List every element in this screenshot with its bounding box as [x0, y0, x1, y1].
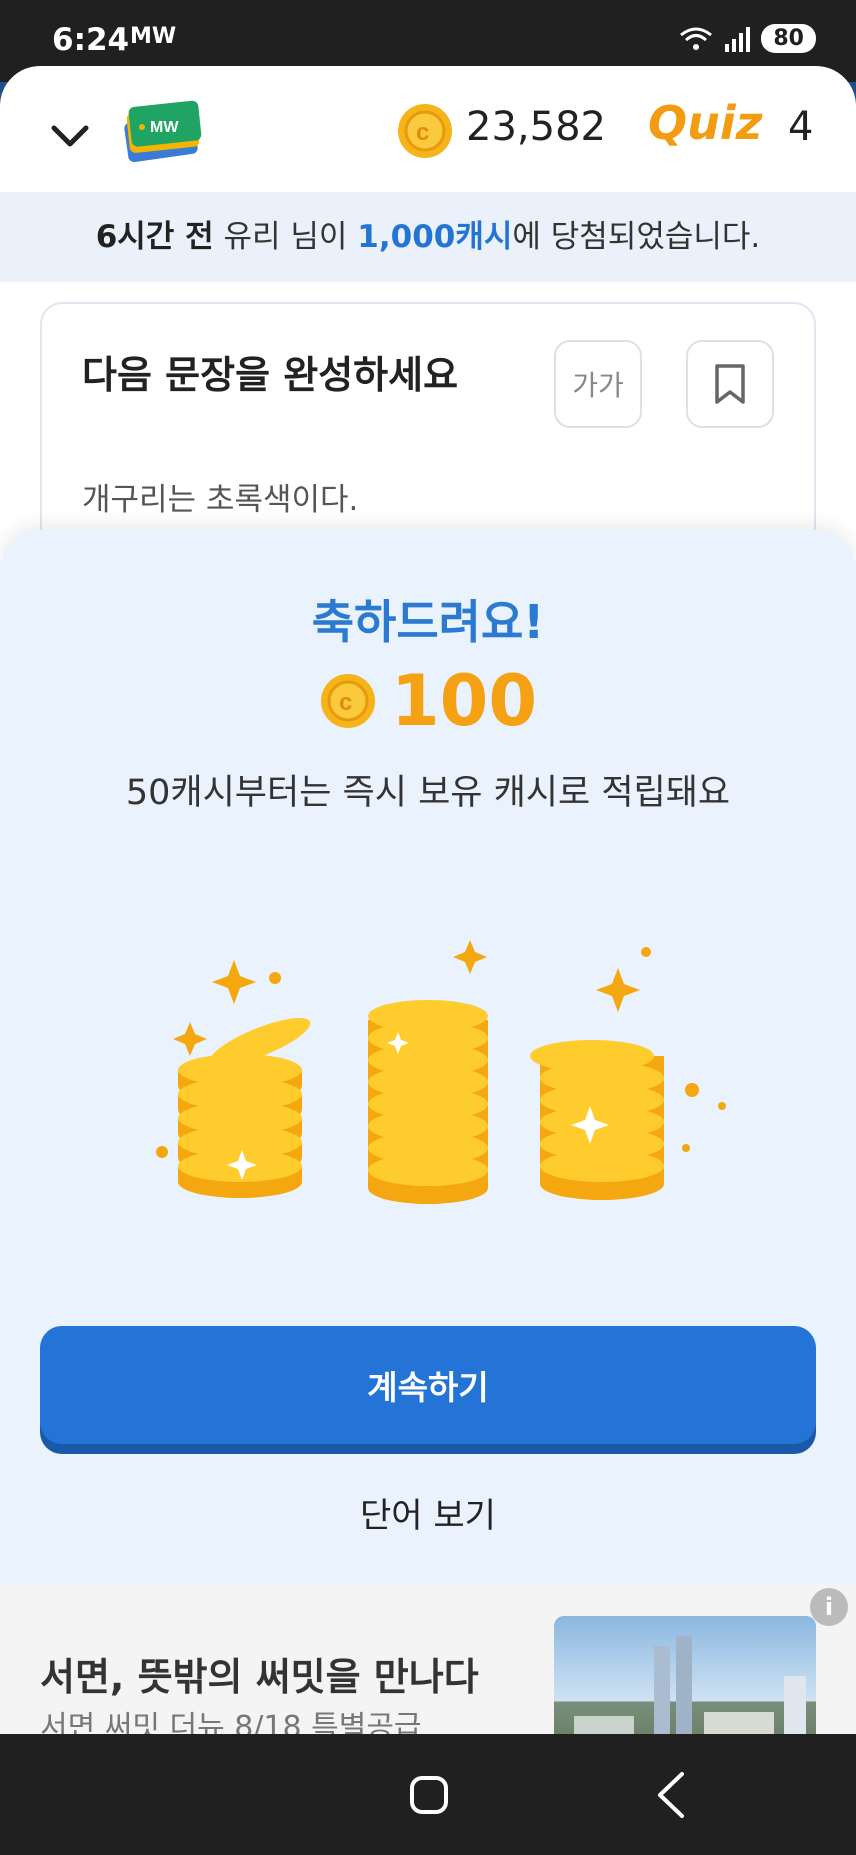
- back-icon[interactable]: [652, 1770, 692, 1820]
- coin-icon: c: [398, 104, 452, 158]
- battery-indicator: 80: [761, 24, 816, 53]
- ad-headline[interactable]: 서면, 뜻밖의 써밋을 만나다: [40, 1646, 479, 1701]
- svg-text:MW: MW: [150, 119, 179, 136]
- coin-balance: 23,582: [466, 104, 606, 150]
- top-bar: MW c 23,582 Quiz 4: [0, 66, 856, 192]
- svg-text:c: c: [416, 119, 429, 146]
- notice-time: 6시간 전: [95, 219, 214, 255]
- reward-sheet: 축하드려요! c 100 50캐시부터는 즉시 보유 캐시로 적립돼요 계속하기…: [0, 530, 856, 1590]
- status-time: 6:24: [52, 22, 130, 58]
- congrats-title: 축하드려요!: [311, 595, 545, 649]
- quiz-sentence: 개구리는 초록색이다.: [82, 482, 359, 518]
- coin-stacks-illustration: [156, 940, 726, 1204]
- ad-image[interactable]: [554, 1616, 816, 1734]
- home-icon[interactable]: [410, 1776, 448, 1814]
- app-window: MW c 23,582 Quiz 4 6시간 전 유리 님이 1,000캐시에 …: [0, 66, 856, 1734]
- prize-row: c 100: [0, 660, 856, 742]
- quiz-title: 다음 문장을 완성하세요: [82, 353, 459, 397]
- bookmark-button[interactable]: [686, 340, 774, 428]
- quiz-logo[interactable]: Quiz: [648, 96, 762, 150]
- ad-banner[interactable]: 서면, 뜻밖의 써밋을 만나다 서면 써밋 더뉴 8/18 특별공급 i: [0, 1584, 856, 1734]
- chevron-down-icon[interactable]: [46, 112, 94, 160]
- word-view-button[interactable]: 단어 보기: [0, 1488, 856, 1537]
- coin-icon: c: [320, 674, 375, 728]
- reward-subtext: 50캐시부터는 즉시 보유 캐시로 적립돼요: [125, 773, 731, 813]
- notice-user: 유리 님이: [213, 219, 358, 255]
- ad-subline[interactable]: 서면 써밋 더뉴 8/18 특별공급: [40, 1702, 422, 1734]
- status-right: 80: [679, 24, 816, 53]
- signal-icon: [725, 26, 751, 52]
- bookmark-icon: [715, 364, 745, 404]
- quiz-count: 4: [788, 104, 814, 150]
- svg-text:c: c: [339, 689, 352, 716]
- status-app-icons: MW: [130, 24, 177, 49]
- continue-button[interactable]: 계속하기: [40, 1326, 816, 1444]
- font-size-button[interactable]: 가가: [554, 340, 642, 428]
- winner-notice: 6시간 전 유리 님이 1,000캐시에 당첨되었습니다.: [0, 192, 856, 282]
- prize-amount: 100: [390, 660, 538, 742]
- notice-amount: 1,000캐시: [357, 219, 513, 255]
- system-nav-bar: [0, 1734, 856, 1855]
- notice-suffix: 에 당첨되었습니다.: [512, 219, 761, 255]
- buildings-image: [574, 1636, 806, 1734]
- ad-info-icon[interactable]: i: [810, 1588, 848, 1626]
- wallet-icon[interactable]: MW: [122, 96, 206, 162]
- wifi-icon: [680, 27, 713, 50]
